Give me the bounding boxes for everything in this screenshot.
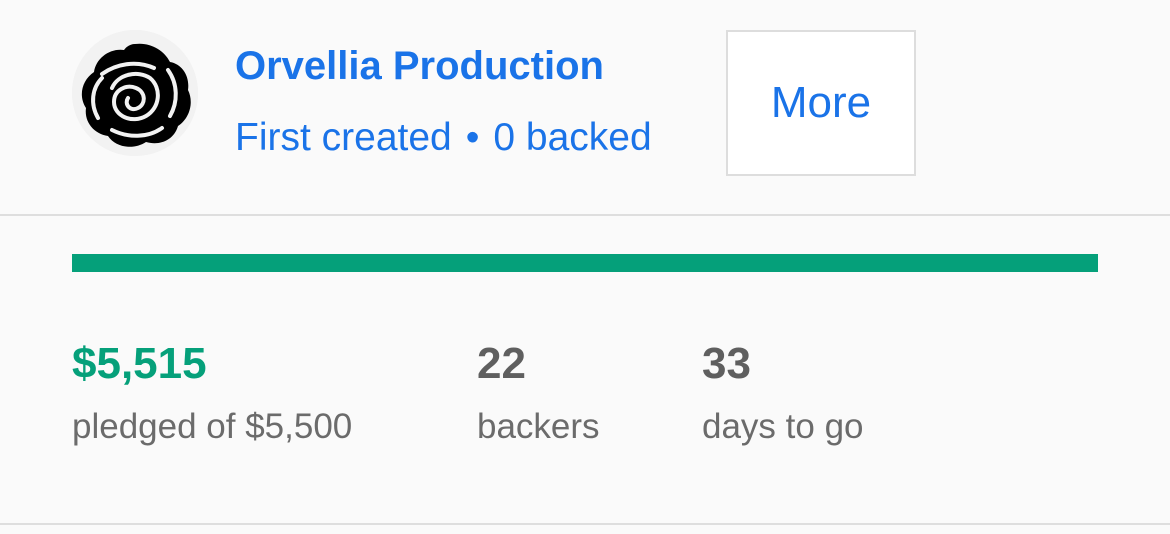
section-divider — [0, 214, 1170, 216]
rose-icon — [72, 30, 198, 156]
backers-count: 22 — [477, 339, 526, 388]
pledged-stat: $5,515 pledged of $5,500 — [72, 338, 352, 448]
pledged-goal-label: pledged of $5,500 — [72, 407, 353, 446]
creator-meta: First created • 0 backed — [235, 114, 652, 162]
days-left-count: 33 — [702, 339, 751, 388]
section-divider-bottom — [0, 523, 1170, 525]
creator-avatar[interactable] — [72, 30, 198, 156]
funding-progress-bar — [72, 254, 1098, 272]
creator-section: Orvellia Production First created • 0 back… — [0, 0, 1170, 214]
creator-backed-count: 0 backed — [493, 116, 652, 159]
backers-label: backers — [477, 407, 600, 446]
creator-name-link[interactable]: Orvellia Production — [235, 42, 604, 90]
days-left-stat: 33 days to go — [702, 338, 864, 448]
backers-stat: 22 backers — [477, 338, 600, 448]
pledged-amount: $5,515 — [72, 339, 207, 388]
funding-progress-fill — [72, 254, 1098, 272]
meta-separator: • — [465, 116, 480, 159]
days-left-label: days to go — [702, 407, 864, 446]
creator-status: First created — [235, 116, 452, 159]
more-button[interactable]: More — [726, 30, 916, 176]
